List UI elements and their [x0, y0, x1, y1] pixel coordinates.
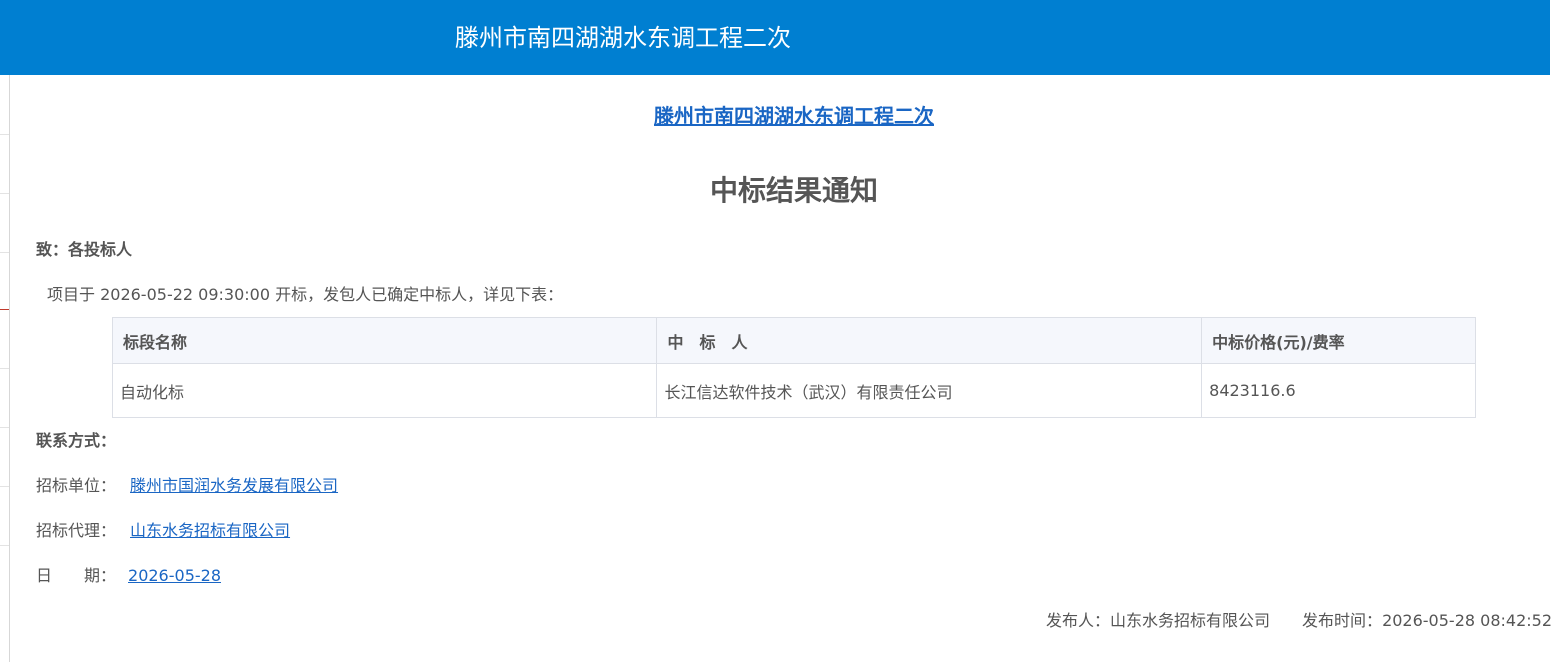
left-divider-tick: [0, 545, 9, 546]
tenderer-label: 招标单位：: [36, 476, 117, 495]
left-divider-tick-active: [0, 309, 9, 310]
left-divider-tick: [0, 252, 9, 253]
contact-heading: 联系方式：: [36, 431, 117, 450]
recipient-line: 致：各投标人: [36, 240, 133, 259]
publisher-label: 发布人：: [1046, 611, 1111, 630]
table-header-row: 标段名称 中 标 人 中标价格(元)/费率: [111, 317, 1476, 364]
publisher-value: 山东水务招标有限公司: [1110, 611, 1271, 630]
award-results-table: 标段名称 中 标 人 中标价格(元)/费率 自动化标 长江信达软件技术（武汉）有…: [111, 317, 1476, 418]
left-divider-tick: [0, 486, 9, 487]
date-label: 日 期：: [36, 566, 117, 585]
publish-time-label: 发布时间：: [1302, 611, 1383, 630]
project-title-link[interactable]: 滕州市南四湖湖水东调工程二次: [0, 102, 1552, 130]
tenderer-link[interactable]: 滕州市国润水务发展有限公司: [130, 476, 338, 495]
notice-title: 中标结果通知: [709, 174, 878, 207]
date-link[interactable]: 2026-05-28: [128, 566, 221, 585]
header-bar: 滕州市南四湖湖水东调工程二次: [0, 0, 1550, 75]
agent-label: 招标代理：: [36, 521, 117, 540]
table-row: 自动化标 长江信达软件技术（武汉）有限责任公司 8423116.6: [111, 363, 1476, 418]
left-divider-tick: [0, 427, 9, 428]
agent-row: 招标代理： 山东水务招标有限公司: [36, 519, 290, 543]
cell-section-name: 自动化标: [111, 363, 658, 418]
intro-text: 项目于 2026-05-22 09:30:00 开标，发包人已确定中标人，详见下…: [47, 285, 564, 304]
publish-time-value: 2026-05-28 08:42:52: [1382, 611, 1552, 630]
left-divider-tick: [0, 134, 9, 135]
left-divider-tick: [0, 368, 9, 369]
cell-winner: 长江信达软件技术（武汉）有限责任公司: [656, 363, 1203, 418]
column-header-price: 中标价格(元)/费率: [1201, 317, 1476, 364]
date-row: 日 期： 2026-05-28: [36, 564, 221, 588]
column-header-section-name: 标段名称: [111, 317, 658, 364]
page: 滕州市南四湖湖水东调工程二次 滕州市南四湖湖水东调工程二次 中标结果通知 致：各…: [0, 0, 1552, 662]
column-header-winner: 中 标 人: [656, 317, 1203, 364]
left-divider: [9, 75, 10, 662]
header-title: 滕州市南四湖湖水东调工程二次: [455, 24, 791, 52]
tenderer-row: 招标单位： 滕州市国润水务发展有限公司: [36, 474, 338, 498]
cell-price: 8423116.6: [1201, 363, 1476, 418]
agent-link[interactable]: 山东水务招标有限公司: [130, 521, 290, 540]
publish-info: 发布人：山东水务招标有限公司 发布时间：2026-05-28 08:42:52: [1046, 609, 1552, 633]
